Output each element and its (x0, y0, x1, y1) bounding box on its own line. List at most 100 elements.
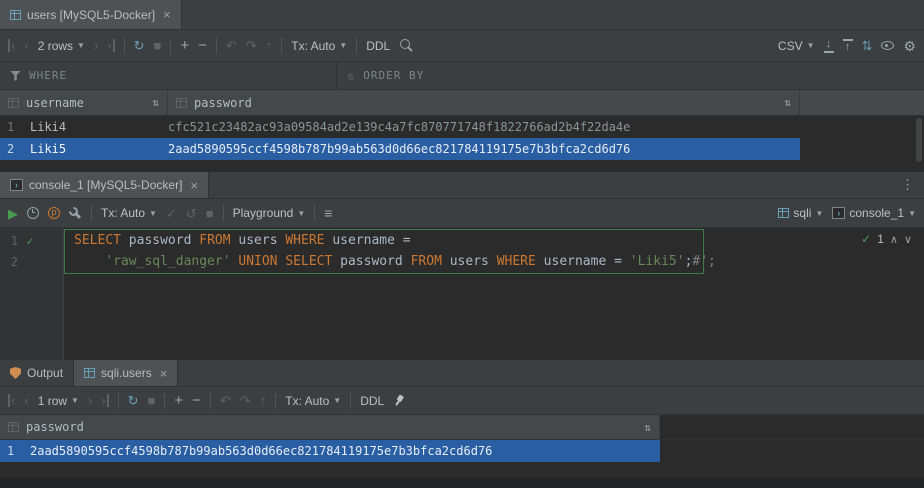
ide-window: users [MySQL5-Docker] × ‹ ‹ 2 rows ▼ › ›… (0, 0, 924, 488)
export-format-button[interactable]: CSV ▼ (778, 39, 815, 53)
pin-icon[interactable] (391, 392, 408, 409)
success-check-icon: ✓ (861, 232, 871, 246)
revert-icon[interactable]: ↶ (226, 39, 237, 52)
table-row-selected[interactable]: 2 Liki5 2aad5890595ccf4598b787b99ab563d0… (0, 138, 800, 160)
tab-users-table[interactable]: users [MySQL5-Docker] × (0, 0, 182, 29)
close-icon[interactable]: × (160, 366, 168, 381)
cell-username[interactable]: Liki4 (28, 120, 168, 134)
close-icon[interactable]: × (163, 7, 171, 22)
sql-editor[interactable]: 1 ✓ 2 SELECT password FROM users WHERE u… (0, 228, 924, 360)
column-icon (176, 98, 187, 108)
chevron-down-icon[interactable]: ∨ (904, 233, 912, 246)
chevron-down-icon: ▼ (908, 209, 916, 218)
chevron-down-icon: ▼ (149, 209, 157, 218)
grid-filter-bar: WHERE ⇅ ORDER BY (0, 62, 924, 90)
redo-icon[interactable]: ↷ (246, 39, 257, 52)
console-tab-bar: › console_1 [MySQL5-Docker] × ⋮ (0, 172, 924, 199)
rollback-icon[interactable]: ↺ (186, 207, 197, 220)
previous-page-button[interactable]: ‹ (24, 39, 28, 52)
history-icon[interactable] (27, 207, 39, 219)
run-icon[interactable]: ▶ (8, 207, 18, 220)
tx-mode-button[interactable]: Tx: Auto ▼ (291, 39, 347, 53)
next-page-button[interactable]: › (94, 39, 98, 52)
tab-result-sqli-users[interactable]: sqli.users × (74, 360, 178, 386)
first-page-button[interactable]: ‹ (8, 394, 15, 407)
table-row[interactable]: 1 Liki4 cfc521c23482ac93a09584ad2e139c4a… (0, 116, 800, 138)
chevron-down-icon: ▼ (71, 396, 79, 405)
gutter-line: 1 ✓ (0, 230, 63, 251)
editor-code-area[interactable]: SELECT password FROM users WHERE usernam… (64, 228, 924, 360)
column-header-username[interactable]: username ⇅ (0, 90, 168, 115)
redo-icon[interactable]: ↷ (240, 394, 251, 407)
result-count: 1 (877, 232, 884, 246)
next-page-button[interactable]: › (88, 394, 92, 407)
sql-token: username (332, 233, 402, 248)
wrench-settings-icon[interactable] (69, 207, 82, 220)
sort-icon[interactable]: ⇅ (784, 96, 791, 109)
vertical-scrollbar[interactable] (916, 118, 922, 162)
kebab-menu-icon[interactable]: ⋮ (891, 177, 924, 193)
refresh-icon[interactable]: ↻ (134, 39, 145, 52)
tx-mode-label: Tx: Auto (101, 206, 145, 220)
add-row-icon[interactable]: + (174, 393, 183, 408)
table-row-selected[interactable]: 1 2aad5890595ccf4598b787b99ab563d0d66ec8… (0, 440, 660, 462)
column-header-password[interactable]: password ⇅ (168, 90, 800, 115)
toolbar-separator (210, 393, 211, 409)
stop-icon[interactable]: ■ (148, 394, 156, 407)
parameters-icon[interactable]: p (48, 207, 60, 219)
refresh-icon[interactable]: ↻ (128, 394, 139, 407)
output-view-icon[interactable]: ≡ (324, 206, 332, 220)
cell-password[interactable]: cfc521c23482ac93a09584ad2e139c4a7fc87077… (168, 120, 800, 134)
last-page-button[interactable]: › (107, 39, 114, 52)
page-size-button[interactable]: 1 row ▼ (38, 394, 79, 408)
sql-token: FROM (411, 254, 450, 269)
page-size-button[interactable]: 2 rows ▼ (38, 39, 85, 53)
previous-page-button[interactable]: ‹ (24, 394, 28, 407)
column-header-password[interactable]: password ⇅ (0, 415, 660, 439)
session-switcher-button[interactable]: › console_1 ▼ (832, 206, 916, 220)
cell-password[interactable]: 2aad5890595ccf4598b787b99ab563d0d66ec821… (168, 142, 800, 156)
tx-mode-button[interactable]: Tx: Auto ▼ (101, 206, 157, 220)
success-check-icon: ✓ (18, 234, 42, 248)
close-icon[interactable]: × (190, 178, 198, 193)
stop-icon[interactable]: ■ (206, 207, 214, 220)
ddl-button[interactable]: DDL (360, 394, 384, 408)
sync-compare-icon[interactable]: ⇄ (860, 40, 873, 51)
eye-icon[interactable] (881, 41, 894, 50)
first-page-button[interactable]: ‹ (8, 39, 15, 52)
tab-title: console_1 [MySQL5-Docker] (29, 178, 182, 192)
submit-icon[interactable]: ↑ (260, 394, 267, 407)
toolbar-separator (91, 205, 92, 221)
gear-icon[interactable]: ⚙ (903, 39, 916, 53)
revert-icon[interactable]: ↶ (220, 394, 231, 407)
schema-switcher-button[interactable]: sqli ▼ (778, 206, 823, 220)
tab-console[interactable]: › console_1 [MySQL5-Docker] × (0, 172, 209, 198)
page-size-label: 2 rows (38, 39, 73, 53)
last-page-button[interactable]: › (101, 394, 108, 407)
import-data-icon[interactable]: ↑ (843, 39, 853, 53)
cell-username[interactable]: Liki5 (28, 142, 168, 156)
order-by-input[interactable]: ⇅ ORDER BY (337, 62, 434, 89)
row-number: 2 (0, 142, 28, 156)
session-label: console_1 (849, 206, 904, 220)
chevron-up-icon[interactable]: ∧ (890, 233, 898, 246)
playground-mode-button[interactable]: Playground ▼ (233, 206, 306, 220)
sort-icon[interactable]: ⇅ (644, 421, 651, 434)
search-icon[interactable] (399, 38, 414, 53)
stop-icon[interactable]: ■ (154, 39, 162, 52)
delete-row-icon[interactable]: − (192, 393, 201, 408)
tab-output[interactable]: Output (0, 360, 74, 386)
sort-icon[interactable]: ⇅ (152, 96, 159, 109)
delete-row-icon[interactable]: − (198, 38, 207, 53)
add-row-icon[interactable]: + (180, 38, 189, 53)
sql-token: #'; (692, 254, 715, 269)
console-icon: › (832, 207, 845, 219)
commit-check-icon[interactable]: ✓ (166, 207, 177, 220)
cell-password[interactable]: 2aad5890595ccf4598b787b99ab563d0d66ec821… (28, 444, 660, 458)
grid-header-filler (660, 415, 924, 439)
ddl-button[interactable]: DDL (366, 39, 390, 53)
tx-mode-button[interactable]: Tx: Auto ▼ (285, 394, 341, 408)
where-filter-input[interactable]: WHERE (0, 62, 337, 89)
submit-icon[interactable]: ↑ (266, 39, 273, 52)
export-data-icon[interactable]: ↓ (824, 39, 834, 53)
